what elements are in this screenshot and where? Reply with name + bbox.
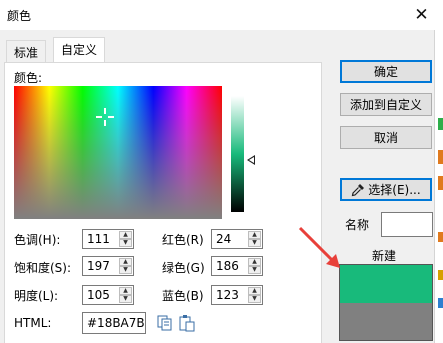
pick-color-label: 选择(E)... [368, 183, 421, 197]
saturation-spinbox[interactable]: 197 ▲ ▼ [82, 256, 134, 276]
saturation-label: 饱和度(S): [14, 261, 72, 275]
hue-label: 色调(H): [14, 233, 61, 247]
spin-down-icon[interactable]: ▼ [119, 295, 132, 303]
colors-label: 颜色: [14, 71, 43, 85]
spin-down-icon[interactable]: ▼ [119, 239, 132, 247]
red-value: 24 [216, 232, 232, 246]
spin-down-icon[interactable]: ▼ [248, 239, 261, 247]
background-edge-mark [438, 150, 443, 164]
cancel-button[interactable]: 取消 [340, 126, 432, 149]
annotation-arrow-icon [296, 224, 346, 274]
new-label: 新建 [372, 249, 397, 263]
spin-up-icon[interactable]: ▲ [119, 258, 132, 266]
current-color-swatch [340, 303, 432, 340]
eyedropper-icon [351, 183, 365, 197]
spin-up-icon[interactable]: ▲ [248, 287, 261, 295]
hue-value: 111 [87, 232, 110, 246]
hue-spinbox[interactable]: 111 ▲ ▼ [82, 229, 134, 249]
cancel-button-label: 取消 [373, 131, 398, 145]
spin-down-icon[interactable]: ▼ [119, 266, 132, 274]
title-bar: 颜色 ✕ [0, 0, 443, 30]
html-hex-value: #18BA7B [87, 316, 145, 330]
paste-icon[interactable] [178, 314, 196, 332]
spin-up-icon[interactable]: ▲ [248, 231, 261, 239]
spin-down-icon[interactable]: ▼ [248, 295, 261, 303]
saturation-value: 197 [87, 259, 110, 273]
html-label: HTML: [14, 316, 52, 330]
red-spinbox[interactable]: 24 ▲ ▼ [211, 229, 263, 249]
copy-icon[interactable] [156, 314, 174, 332]
spin-up-icon[interactable]: ▲ [248, 258, 261, 266]
tab-standard[interactable]: 标准 [6, 40, 47, 62]
tab-standard-label: 标准 [14, 46, 39, 60]
spin-down-icon[interactable]: ▼ [248, 266, 261, 274]
blue-value: 123 [216, 288, 239, 302]
green-spinbox[interactable]: 186 ▲ ▼ [211, 256, 263, 276]
luminance-slider[interactable] [231, 96, 244, 212]
pick-color-button[interactable]: 选择(E)... [340, 178, 432, 201]
close-button[interactable]: ✕ [400, 0, 443, 30]
window-title: 颜色 [7, 9, 32, 23]
background-edge-mark [438, 298, 443, 308]
luminance-slider-arrow[interactable] [247, 155, 255, 165]
new-color-swatch [340, 265, 432, 303]
color-spectrum[interactable] [14, 86, 222, 219]
background-edge-mark [438, 176, 443, 190]
tab-custom-label: 自定义 [61, 43, 98, 57]
background-edge-mark [438, 270, 443, 280]
red-label: 红色(R) [162, 233, 204, 247]
tab-custom[interactable]: 自定义 [53, 37, 106, 62]
background-edge-mark [438, 232, 443, 242]
background-edge-mark [438, 118, 443, 130]
name-label: 名称 [345, 218, 370, 232]
close-icon: ✕ [414, 5, 429, 25]
crosshair-cursor [96, 108, 114, 126]
spin-up-icon[interactable]: ▲ [119, 231, 132, 239]
name-input[interactable] [381, 212, 433, 237]
html-hex-input[interactable]: #18BA7B [82, 312, 146, 334]
green-value: 186 [216, 259, 239, 273]
luminance-value: 105 [87, 288, 110, 302]
add-to-custom-button[interactable]: 添加到自定义 [340, 93, 432, 116]
green-label: 绿色(G) [162, 261, 205, 275]
ok-button[interactable]: 确定 [340, 60, 432, 83]
blue-label: 蓝色(B) [162, 289, 204, 303]
luminance-label: 明度(L): [14, 289, 59, 303]
luminance-spinbox[interactable]: 105 ▲ ▼ [82, 285, 134, 305]
blue-spinbox[interactable]: 123 ▲ ▼ [211, 285, 263, 305]
ok-button-label: 确定 [373, 65, 398, 79]
spin-up-icon[interactable]: ▲ [119, 287, 132, 295]
add-to-custom-label: 添加到自定义 [349, 98, 422, 112]
